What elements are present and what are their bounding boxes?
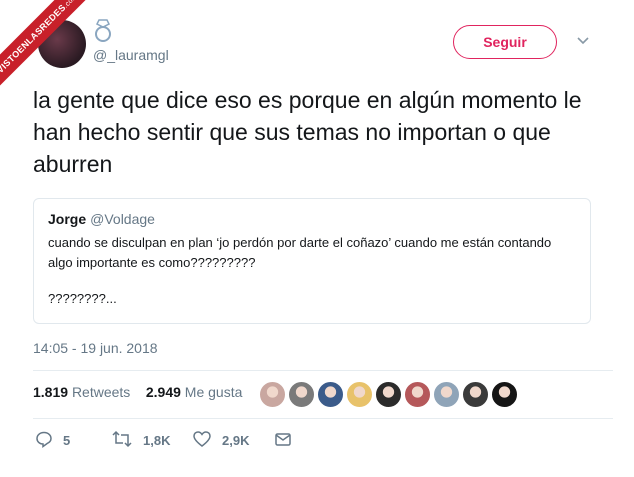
quoted-author-name: Jorge bbox=[48, 211, 87, 227]
liker-avatar-4[interactable] bbox=[346, 381, 373, 408]
liker-avatar-6[interactable] bbox=[404, 381, 431, 408]
envelope-icon[interactable] bbox=[274, 430, 292, 448]
reply-icon[interactable] bbox=[35, 430, 53, 448]
quoted-tweet[interactable]: Jorge @Voldage cuando se disculpan en pla… bbox=[33, 198, 591, 324]
quoted-tweet-text-2: ????????... bbox=[48, 291, 117, 306]
tweet-text: la gente que dice eso es porque en algún… bbox=[33, 87, 582, 177]
liker-avatar-1[interactable] bbox=[259, 381, 286, 408]
watermark-suffix: .com bbox=[62, 0, 80, 10]
liker-avatar-9[interactable] bbox=[491, 381, 518, 408]
heart-icon[interactable] bbox=[193, 430, 211, 448]
liker-avatar-7[interactable] bbox=[433, 381, 460, 408]
retweet-count[interactable]: 1.819 bbox=[33, 384, 68, 400]
liker-avatar-5[interactable] bbox=[375, 381, 402, 408]
follow-button[interactable]: Seguir bbox=[453, 25, 557, 59]
liker-avatar-2[interactable] bbox=[288, 381, 315, 408]
engagement-stats: 1.819 Retweets 2.949 Me gusta bbox=[33, 384, 242, 400]
like-count[interactable]: 2.949 bbox=[146, 384, 181, 400]
chevron-down-icon[interactable] bbox=[576, 36, 590, 46]
user-handle[interactable]: @_lauramgl bbox=[93, 47, 169, 63]
liker-avatar-3[interactable] bbox=[317, 381, 344, 408]
quoted-author-handle: @Voldage bbox=[90, 211, 155, 227]
like-action-count: 2,9K bbox=[222, 433, 250, 448]
retweet-action-count: 1,8K bbox=[143, 433, 171, 448]
quoted-tweet-text: cuando se disculpan en plan ‘jo perdón p… bbox=[48, 235, 552, 270]
tweet-timestamp[interactable]: 14:05 - 19 jun. 2018 bbox=[33, 340, 158, 356]
liker-avatar-8[interactable] bbox=[462, 381, 489, 408]
divider bbox=[33, 370, 613, 371]
retweet-icon[interactable] bbox=[112, 430, 132, 448]
ring-icon bbox=[95, 19, 111, 42]
divider bbox=[33, 418, 613, 419]
reply-count: 5 bbox=[63, 433, 71, 448]
retweet-label[interactable]: Retweets bbox=[72, 384, 130, 400]
quoted-tweet-header: Jorge @Voldage bbox=[48, 211, 576, 227]
like-label[interactable]: Me gusta bbox=[185, 384, 243, 400]
